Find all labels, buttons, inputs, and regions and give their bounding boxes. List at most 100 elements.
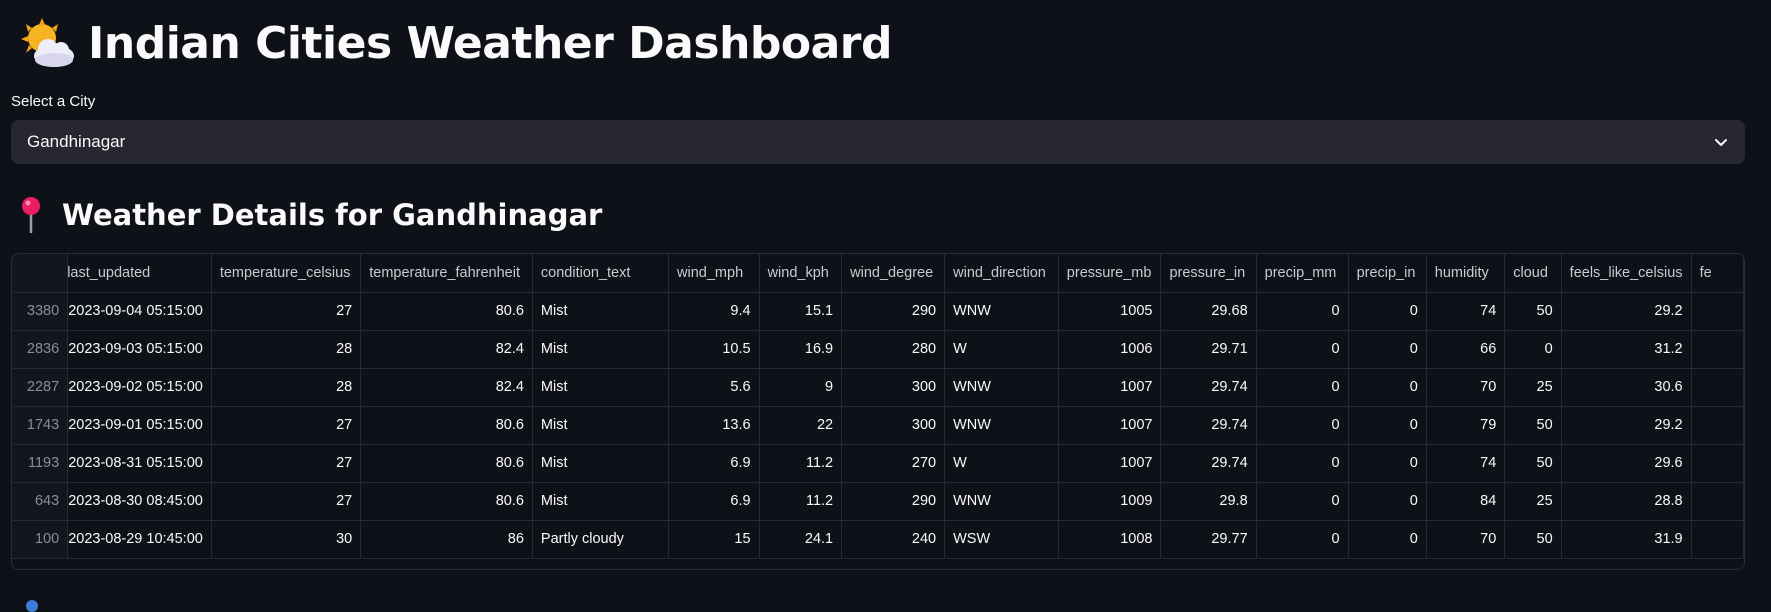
- cell-condition-text[interactable]: Mist: [532, 292, 670, 331]
- column-header-wind-degree[interactable]: wind_degree: [841, 254, 946, 293]
- cell-condition-text[interactable]: Mist: [532, 482, 670, 521]
- cell-feels-like-celsius[interactable]: 29.2: [1561, 406, 1692, 445]
- cell-feels-like-celsius[interactable]: 30.6: [1561, 368, 1692, 407]
- cell-wind-degree[interactable]: 300: [841, 368, 946, 407]
- column-header-wind-kph[interactable]: wind_kph: [759, 254, 843, 293]
- cell-last-updated[interactable]: 2023-09-04 05:15:00: [67, 292, 212, 331]
- cell-temperature-fahrenheit[interactable]: 82.4: [360, 368, 533, 407]
- cell-precip-mm[interactable]: 0: [1256, 292, 1349, 331]
- cell-temperature-fahrenheit[interactable]: 80.6: [360, 444, 533, 483]
- cell-precip-in[interactable]: 0: [1348, 520, 1427, 559]
- cell-index[interactable]: 2287: [12, 368, 69, 407]
- cell-pressure-mb[interactable]: 1005: [1058, 292, 1162, 331]
- cell-humidity[interactable]: 79: [1426, 406, 1506, 445]
- cell-pressure-in[interactable]: 29.8: [1160, 482, 1257, 521]
- column-header-pressure-in[interactable]: pressure_in: [1160, 254, 1257, 293]
- cell-feels-like-celsius[interactable]: 28.8: [1561, 482, 1692, 521]
- cell-wind-kph[interactable]: 24.1: [759, 520, 843, 559]
- cell-precip-in[interactable]: 0: [1348, 330, 1427, 369]
- cell-wind-direction[interactable]: W: [944, 330, 1059, 369]
- column-header-condition-text[interactable]: condition_text: [532, 254, 670, 293]
- column-header-temperature-fahrenheit[interactable]: temperature_fahrenheit: [360, 254, 533, 293]
- cell-pressure-in[interactable]: 29.74: [1160, 406, 1257, 445]
- cell-pressure-in[interactable]: 29.68: [1160, 292, 1257, 331]
- table-row[interactable]: 3380 2023-09-04 05:15:00 27 80.6 Mist 9.4 15.1…: [12, 292, 1744, 331]
- column-header-pressure-mb[interactable]: pressure_mb: [1058, 254, 1162, 293]
- cell-precip-in[interactable]: 0: [1348, 482, 1427, 521]
- cell-wind-mph[interactable]: 10.5: [668, 330, 760, 369]
- cell-pressure-mb[interactable]: 1007: [1058, 406, 1162, 445]
- column-header-last-updated[interactable]: last_updated: [67, 254, 212, 293]
- cell-wind-degree[interactable]: 300: [841, 406, 946, 445]
- cell-temperature-celsius[interactable]: 28: [211, 330, 362, 369]
- column-header-wind-direction[interactable]: wind_direction: [944, 254, 1059, 293]
- cell-wind-degree[interactable]: 270: [841, 444, 946, 483]
- cell-wind-kph[interactable]: 15.1: [759, 292, 843, 331]
- cell-precip-mm[interactable]: 0: [1256, 406, 1349, 445]
- cell-precip-in[interactable]: 0: [1348, 292, 1427, 331]
- cell-wind-kph[interactable]: 22: [759, 406, 843, 445]
- cell-humidity[interactable]: 66: [1426, 330, 1506, 369]
- cell-wind-kph[interactable]: 16.9: [759, 330, 843, 369]
- cell-wind-kph[interactable]: 9: [759, 368, 843, 407]
- cell-temperature-celsius[interactable]: 27: [211, 482, 362, 521]
- cell-condition-text[interactable]: Mist: [532, 444, 670, 483]
- cell-temperature-celsius[interactable]: 27: [211, 292, 362, 331]
- city-select[interactable]: Gandhinagar: [11, 120, 1745, 164]
- cell-cloud[interactable]: 50: [1504, 444, 1562, 483]
- table-row[interactable]: 1743 2023-09-01 05:15:00 27 80.6 Mist 13.6 22 3…: [12, 406, 1744, 445]
- cell-temperature-celsius[interactable]: 27: [211, 444, 362, 483]
- cell-index[interactable]: 100: [12, 520, 69, 559]
- cell-temperature-celsius[interactable]: 30: [211, 520, 362, 559]
- cell-feels-like-celsius[interactable]: 31.9: [1561, 520, 1692, 559]
- column-header-feels-like-celsius[interactable]: feels_like_celsius: [1561, 254, 1692, 293]
- column-header-wind-mph[interactable]: wind_mph: [668, 254, 760, 293]
- cell-humidity[interactable]: 74: [1426, 292, 1506, 331]
- cell-pressure-mb[interactable]: 1009: [1058, 482, 1162, 521]
- cell-wind-direction[interactable]: WSW: [944, 520, 1059, 559]
- cell-condition-text[interactable]: Mist: [532, 330, 670, 369]
- cell-wind-direction[interactable]: W: [944, 444, 1059, 483]
- cell-pressure-in[interactable]: 29.71: [1160, 330, 1257, 369]
- cell-last-updated[interactable]: 2023-09-02 05:15:00: [67, 368, 212, 407]
- cell-temperature-fahrenheit[interactable]: 80.6: [360, 406, 533, 445]
- cell-pressure-mb[interactable]: 1006: [1058, 330, 1162, 369]
- column-header-index[interactable]: [12, 254, 69, 293]
- cell-wind-kph[interactable]: 11.2: [759, 482, 843, 521]
- table-row[interactable]: 2836 2023-09-03 05:15:00 28 82.4 Mist 10.5 16.…: [12, 330, 1744, 369]
- cell-cloud[interactable]: 50: [1504, 292, 1562, 331]
- column-header-cloud[interactable]: cloud: [1504, 254, 1562, 293]
- table-row[interactable]: 2287 2023-09-02 05:15:00 28 82.4 Mist 5.6 9 300…: [12, 368, 1744, 407]
- cell-humidity[interactable]: 84: [1426, 482, 1506, 521]
- cell-last-updated[interactable]: 2023-08-31 05:15:00: [67, 444, 212, 483]
- cell-condition-text[interactable]: Mist: [532, 368, 670, 407]
- cell-wind-direction[interactable]: WNW: [944, 292, 1059, 331]
- cell-index[interactable]: 643: [12, 482, 69, 521]
- cell-cloud[interactable]: 25: [1504, 482, 1562, 521]
- cell-wind-mph[interactable]: 15: [668, 520, 760, 559]
- cell-precip-mm[interactable]: 0: [1256, 330, 1349, 369]
- cell-precip-in[interactable]: 0: [1348, 444, 1427, 483]
- cell-condition-text[interactable]: Partly cloudy: [532, 520, 670, 559]
- cell-precip-in[interactable]: 0: [1348, 406, 1427, 445]
- cell-last-updated[interactable]: 2023-08-30 08:45:00: [67, 482, 212, 521]
- cell-index[interactable]: 3380: [12, 292, 69, 331]
- cell-pressure-in[interactable]: 29.77: [1160, 520, 1257, 559]
- cell-wind-mph[interactable]: 13.6: [668, 406, 760, 445]
- table-row[interactable]: 100 2023-08-29 10:45:00 30 86 Partly cloudy 1…: [12, 520, 1744, 559]
- cell-temperature-fahrenheit[interactable]: 80.6: [360, 292, 533, 331]
- cell-temperature-celsius[interactable]: 28: [211, 368, 362, 407]
- cell-wind-direction[interactable]: WNW: [944, 406, 1059, 445]
- cell-wind-mph[interactable]: 5.6: [668, 368, 760, 407]
- column-header-precip-mm[interactable]: precip_mm: [1256, 254, 1349, 293]
- cell-pressure-mb[interactable]: 1008: [1058, 520, 1162, 559]
- cell-pressure-mb[interactable]: 1007: [1058, 444, 1162, 483]
- cell-wind-mph[interactable]: 9.4: [668, 292, 760, 331]
- column-header-precip-in[interactable]: precip_in: [1348, 254, 1427, 293]
- cell-index[interactable]: 2836: [12, 330, 69, 369]
- cell-temperature-celsius[interactable]: 27: [211, 406, 362, 445]
- cell-feels-like-fahrenheit[interactable]: [1691, 482, 1744, 521]
- cell-wind-kph[interactable]: 11.2: [759, 444, 843, 483]
- cell-wind-degree[interactable]: 290: [841, 482, 946, 521]
- cell-humidity[interactable]: 70: [1426, 368, 1506, 407]
